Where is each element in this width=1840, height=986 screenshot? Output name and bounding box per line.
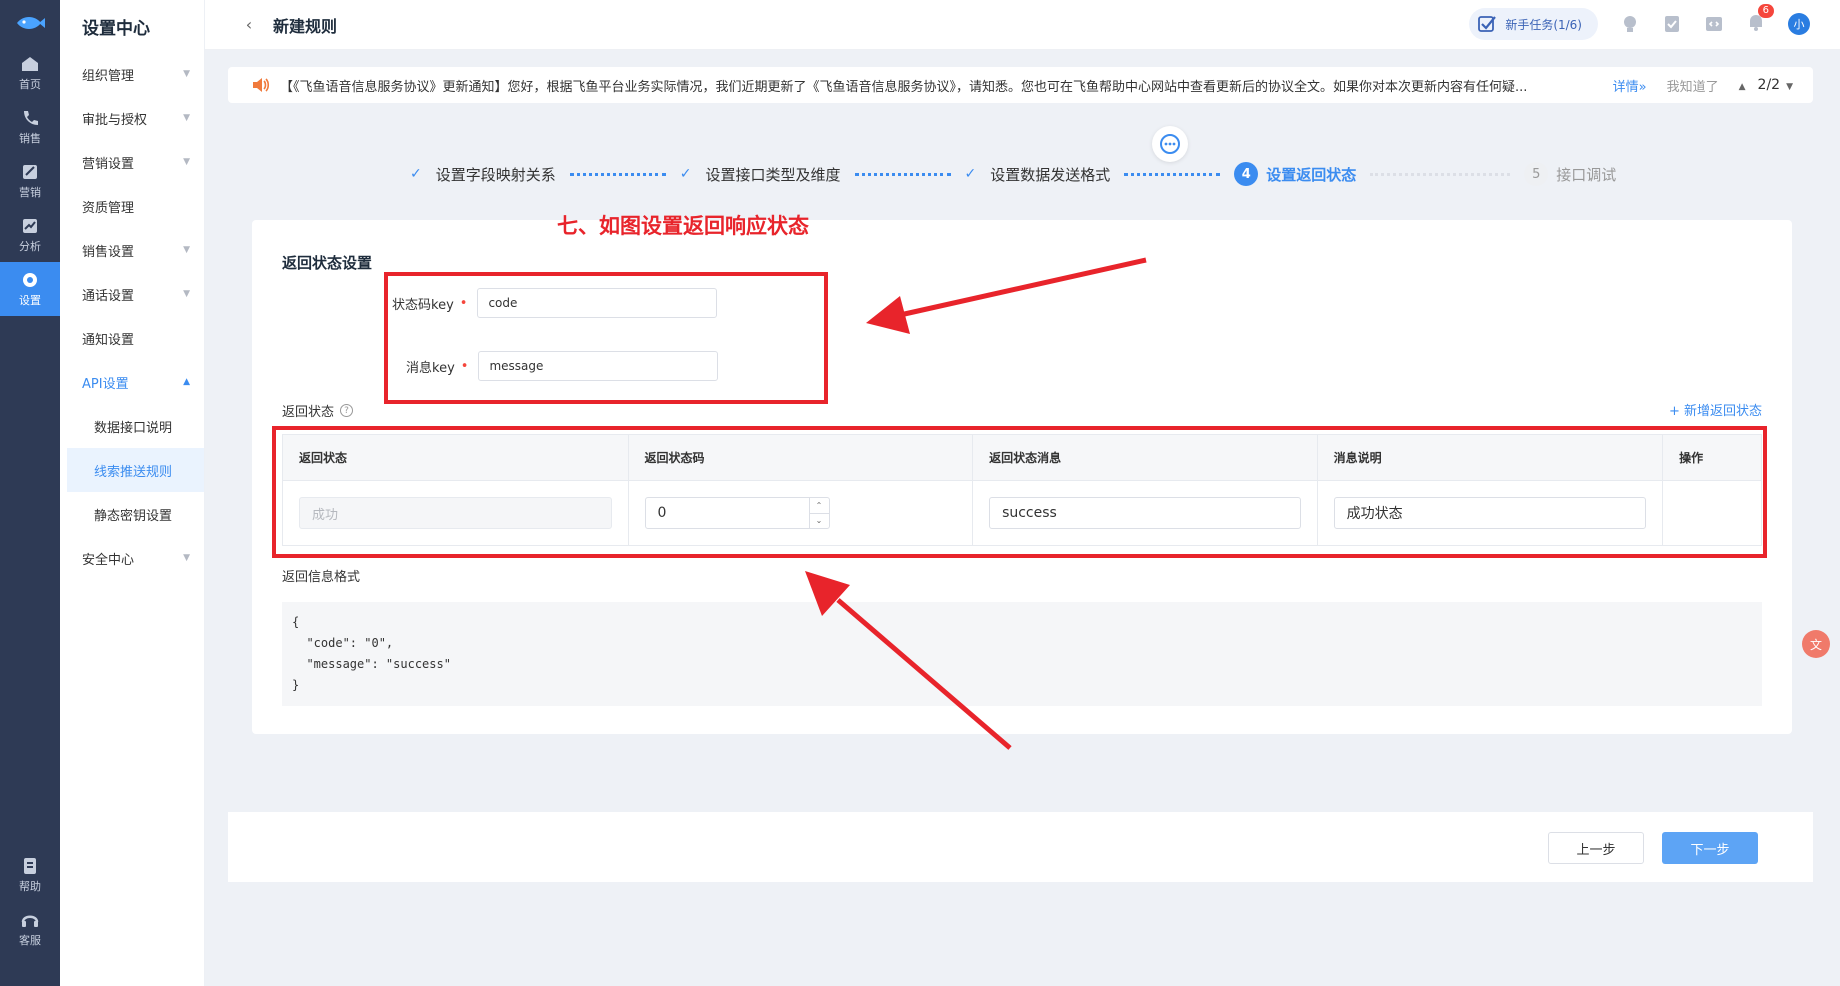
lightbulb-icon[interactable] [1620,14,1640,34]
caret-up-icon[interactable]: ▲ [1739,82,1746,92]
top-bar: ‹ 新建规则 新手任务(1/6) 6 小 [205,0,1840,50]
notice-bar: 【《飞鱼语音信息服务协议》更新通知】您好，根据飞鱼平台业务实际情况，我们近期更新… [228,67,1813,103]
add-return-status-link[interactable]: + 新增返回状态 [1669,400,1762,419]
fish-logo-icon[interactable] [0,0,60,46]
return-status-heading: 返回状态 ? [282,401,354,420]
next-step-button[interactable]: 下一步 [1662,832,1758,864]
format-code-block: { "code": "0", "message": "success" } [282,602,1762,706]
back-arrow-icon[interactable]: ‹ [235,15,263,34]
step-connector [1124,172,1221,176]
step-connector [569,172,666,176]
headset-icon [21,915,39,927]
step-3[interactable]: ✓ 设置数据发送格式 [965,164,1111,185]
sidebar-sub-api-doc[interactable]: 数据接口说明 [60,404,204,448]
annotation-box-table [272,426,1767,558]
chat-bubble-icon[interactable] [1152,126,1188,162]
step-connector [1370,172,1511,176]
sidebar-item-marketing[interactable]: 营销设置 ▼ [60,140,204,184]
prev-step-button[interactable]: 上一步 [1548,832,1644,864]
sidebar-item-notify[interactable]: 通知设置 [60,316,204,360]
sidebar-item-call[interactable]: 通话设置 ▼ [60,272,204,316]
translate-icon[interactable]: 文 [1802,630,1830,658]
step-1[interactable]: ✓ 设置字段映射关系 [410,164,556,185]
notice-text: 【《飞鱼语音信息服务协议》更新通知】您好，根据飞鱼平台业务实际情况，我们近期更新… [280,79,1528,95]
sidebar-item-sales[interactable]: 销售设置 ▼ [60,228,204,272]
chevron-down-icon: ▼ [183,157,190,167]
sidebar-item-security[interactable]: 安全中心 ▼ [60,536,204,580]
newbie-task-button[interactable]: 新手任务(1/6) [1469,8,1598,40]
chevron-down-icon: ▼ [183,113,190,123]
chart-icon [23,218,37,233]
sidebar-item-approval[interactable]: 审批与授权 ▼ [60,96,204,140]
checklist-icon [1478,16,1497,32]
rail-item-analysis[interactable]: 分析 [0,208,60,262]
sidebar-sub-push-rules[interactable]: 线索推送规则 [67,448,204,492]
settings-sidebar: 设置中心 组织管理 ▼ 审批与授权 ▼ 营销设置 ▼ 资质管理 销售设置 ▼ 通话设置 ▼… [60,0,205,986]
annotation-box-keys [384,272,828,404]
speaker-icon [253,78,270,92]
gear-icon [23,272,37,287]
help-book-icon [24,857,36,874]
code-window-icon[interactable] [1704,14,1724,34]
format-heading: 返回信息格式 [282,570,361,585]
chevron-up-icon: ▲ [183,377,190,387]
clipboard-check-icon[interactable] [1662,14,1682,34]
step-5[interactable]: 5 接口调试 [1524,162,1616,186]
page-title: 新建规则 [273,16,338,36]
sidebar-sub-static-key[interactable]: 静态密钥设置 [60,492,204,536]
rail-item-help[interactable]: 帮助 [0,848,60,902]
rail-item-service[interactable]: 客服 [0,902,60,956]
sidebar-item-api[interactable]: API设置 ▲ [60,360,204,404]
footer-bar: 上一步 下一步 [228,812,1813,882]
notice-dismiss-button[interactable]: 我知道了 [1667,76,1719,95]
step-4[interactable]: 4 设置返回状态 [1234,162,1356,186]
notification-badge: 6 [1757,4,1774,18]
annotation-text: 七、如图设置返回响应状态 [557,214,809,238]
step-2[interactable]: ✓ 设置接口类型及维度 [680,164,841,185]
home-icon [22,56,38,71]
check-icon: ✓ [410,166,422,182]
step-connector [854,172,951,176]
chevron-down-icon: ▼ [183,553,190,563]
notice-detail-link[interactable]: 详情» [1613,76,1647,95]
notice-pager[interactable]: ▲ 2/2 ▼ [1739,77,1793,93]
check-icon: ✓ [964,166,977,182]
rail-item-home[interactable]: 首页 [0,46,60,100]
rail-item-marketing[interactable]: 营销 [0,154,60,208]
section-title: 返回状态设置 [282,254,373,272]
app-rail: 首页 销售 营销 分析 设置 帮助 客服 [0,0,60,986]
sidebar-title: 设置中心 [82,19,150,39]
rail-item-settings[interactable]: 设置 [0,262,60,316]
stepper: ✓ 设置字段映射关系 ✓ 设置接口类型及维度 ✓ 设置数据发送格式 4 设置返回状态 5… [410,158,1650,190]
chevron-down-icon: ▼ [183,289,190,299]
chevron-down-icon: ▼ [183,245,190,255]
sidebar-item-org[interactable]: 组织管理 ▼ [60,52,204,96]
check-icon: ✓ [679,166,692,182]
sidebar-item-qualification[interactable]: 资质管理 [60,184,204,228]
phone-icon [24,110,38,125]
caret-down-icon[interactable]: ▼ [1786,82,1793,92]
marketing-icon [23,164,37,179]
chevron-down-icon: ▼ [183,69,190,79]
notification-bell[interactable]: 6 [1746,4,1774,36]
rail-item-sales[interactable]: 销售 [0,100,60,154]
avatar[interactable]: 小 [1788,13,1810,35]
question-circle-icon[interactable]: ? [340,404,354,417]
